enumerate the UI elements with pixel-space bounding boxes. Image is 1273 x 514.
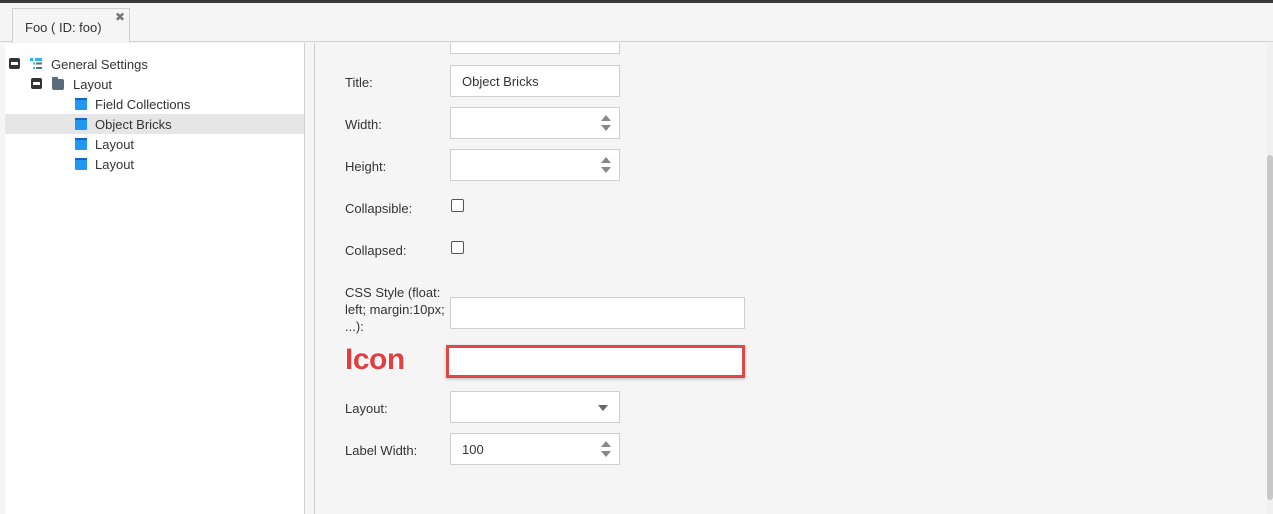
- spinner-icon[interactable]: [601, 113, 611, 133]
- layout-tree: General Settings Layout Field Collection…: [5, 43, 305, 514]
- label-width-value: 100: [462, 442, 484, 457]
- css-style-label: CSS Style (float: left; margin:10px; ...…: [345, 285, 445, 334]
- brick-icon: [75, 98, 87, 110]
- collapsed-label: Collapsed:: [345, 243, 407, 258]
- layout-label: Layout:: [345, 401, 388, 416]
- tree-node-layout-folder[interactable]: Layout: [5, 74, 304, 94]
- tree-label: Field Collections: [95, 97, 191, 112]
- css-style-field[interactable]: [450, 297, 745, 329]
- tree-label: Layout: [73, 77, 113, 92]
- brick-icon: [75, 118, 87, 130]
- tab-foo[interactable]: Foo ( ID: foo) ✖: [12, 8, 130, 43]
- tree-node-layout-1[interactable]: Layout: [5, 134, 304, 154]
- tree-label: Layout: [95, 137, 135, 152]
- icon-field[interactable]: [446, 345, 745, 378]
- hierarchy-icon: [30, 58, 42, 69]
- annotation-label: Icon: [345, 343, 405, 376]
- scrollbar-thumb[interactable]: [1267, 155, 1273, 500]
- label-width-label: Label Width:: [345, 443, 418, 458]
- panel-splitter[interactable]: [306, 43, 315, 514]
- tab-label: Foo ( ID: foo): [25, 20, 102, 35]
- spinner-icon[interactable]: [601, 155, 611, 175]
- tree-label: Layout: [95, 157, 135, 172]
- tree-node-layout-2[interactable]: Layout: [5, 154, 304, 174]
- title-field[interactable]: Object Bricks: [450, 65, 620, 97]
- tree-label: Object Bricks: [95, 117, 172, 132]
- tree-node-general-settings[interactable]: General Settings: [5, 54, 304, 74]
- brick-icon: [75, 158, 87, 170]
- collapsed-checkbox[interactable]: [451, 241, 464, 254]
- spinner-icon[interactable]: [601, 439, 611, 459]
- close-icon[interactable]: ✖: [115, 11, 125, 23]
- brick-icon: [75, 138, 87, 150]
- tree-node-object-bricks[interactable]: Object Bricks: [5, 114, 304, 134]
- name-field[interactable]: [450, 43, 620, 54]
- width-label: Width:: [345, 117, 382, 132]
- chevron-down-icon[interactable]: [598, 405, 608, 411]
- tree-label: General Settings: [51, 57, 148, 72]
- collapsible-label: Collapsible:: [345, 201, 413, 216]
- label-width-field[interactable]: 100: [450, 433, 620, 465]
- collapsible-checkbox[interactable]: [451, 199, 464, 212]
- width-field[interactable]: [450, 107, 620, 139]
- settings-form: Title: Object Bricks Width: Height: Coll…: [315, 43, 1267, 514]
- title-label: Title:: [345, 75, 373, 90]
- title-value: Object Bricks: [462, 74, 539, 89]
- folder-icon: [52, 77, 64, 90]
- height-field[interactable]: [450, 149, 620, 181]
- tree-node-field-collections[interactable]: Field Collections: [5, 94, 304, 114]
- height-label: Height:: [345, 159, 387, 174]
- collapse-icon[interactable]: [31, 78, 42, 89]
- collapse-icon[interactable]: [9, 58, 20, 69]
- layout-select[interactable]: [450, 391, 620, 423]
- tab-strip: Foo ( ID: foo) ✖: [0, 3, 1273, 43]
